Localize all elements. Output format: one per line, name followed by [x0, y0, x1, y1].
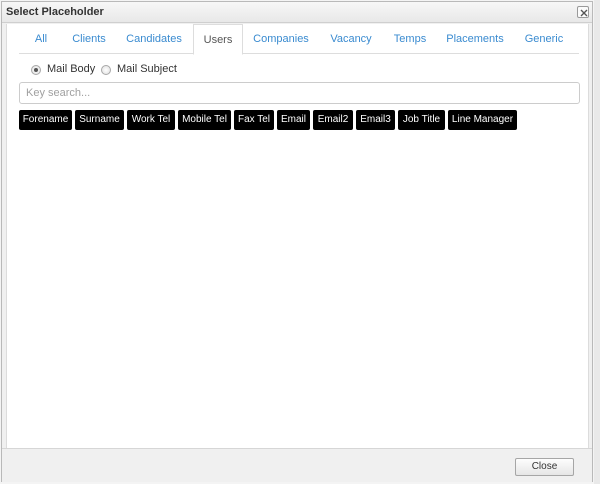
tab-vacancy[interactable]: Vacancy: [319, 24, 383, 54]
dialog-content: All Clients Candidates Users Companies V…: [6, 24, 589, 448]
tab-all[interactable]: All: [19, 24, 63, 54]
mail-subject-radio-circle[interactable]: [101, 65, 111, 75]
category-tabs: All Clients Candidates Users Companies V…: [19, 24, 579, 55]
placeholder-work-tel[interactable]: Work Tel: [127, 110, 175, 130]
tab-companies[interactable]: Companies: [243, 24, 319, 54]
close-button[interactable]: Close: [515, 458, 574, 476]
tab-candidates[interactable]: Candidates: [115, 24, 193, 54]
placeholder-fax-tel[interactable]: Fax Tel: [234, 110, 274, 130]
tab-placements[interactable]: Placements: [437, 24, 513, 54]
key-search-input[interactable]: [19, 82, 580, 104]
placeholder-email2[interactable]: Email2: [313, 110, 353, 130]
close-x-icon[interactable]: [577, 6, 589, 18]
select-placeholder-dialog: Select Placeholder All Clients Candidate…: [1, 1, 593, 482]
tab-temps[interactable]: Temps: [383, 24, 437, 54]
dialog-title: Select Placeholder: [6, 6, 104, 18]
tab-generic[interactable]: Generic: [513, 24, 575, 54]
mail-body-radio-circle[interactable]: [31, 65, 41, 75]
dialog-titlebar: Select Placeholder: [2, 2, 592, 23]
placeholder-line-manager[interactable]: Line Manager: [448, 110, 517, 130]
dialog-footer: Close: [2, 448, 592, 482]
placeholder-job-title[interactable]: Job Title: [398, 110, 445, 130]
mail-subject-label: Mail Subject: [117, 63, 177, 75]
backdrop-strip: [594, 0, 600, 484]
placeholder-surname[interactable]: Surname: [75, 110, 124, 130]
tab-clients[interactable]: Clients: [63, 24, 115, 54]
placeholder-email[interactable]: Email: [277, 110, 310, 130]
placeholder-forename[interactable]: Forename: [19, 110, 72, 130]
placeholder-mobile-tel[interactable]: Mobile Tel: [178, 110, 231, 130]
mail-subject-radio[interactable]: Mail Subject: [101, 62, 191, 78]
tab-users[interactable]: Users: [193, 24, 243, 55]
placeholder-email3[interactable]: Email3: [356, 110, 395, 130]
mail-body-radio[interactable]: Mail Body: [31, 62, 101, 78]
mail-body-label: Mail Body: [47, 63, 96, 75]
